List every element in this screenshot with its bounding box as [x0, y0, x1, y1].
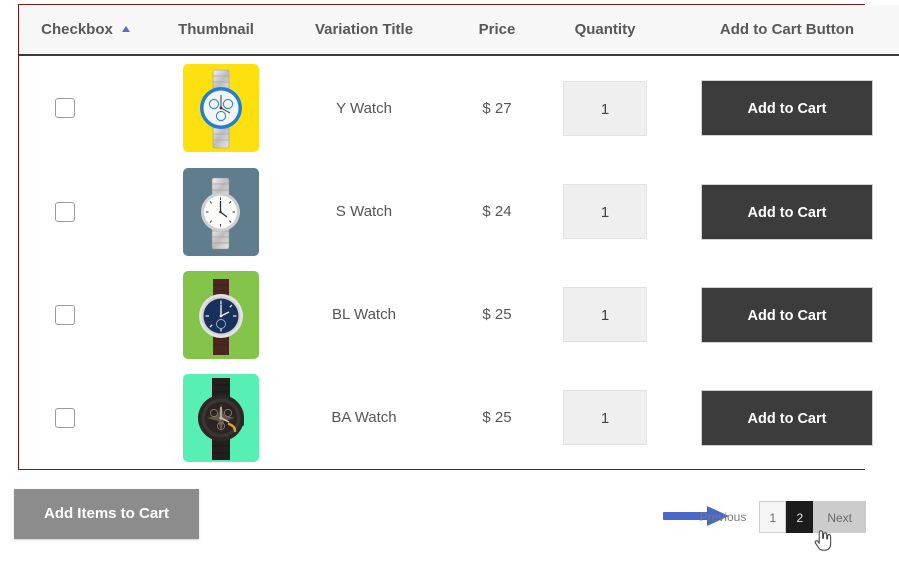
table-body: Y Watch $ 27 1 Add to Cart S Watch $ 24 1 Add t… — [19, 55, 899, 469]
variations-table-container: Checkbox Thumbnail Variation Title Price… — [18, 4, 899, 470]
row-select-checkbox[interactable] — [54, 201, 75, 222]
variation-title-cell: Y Watch — [280, 55, 448, 160]
product-thumbnail-image[interactable] — [183, 373, 259, 462]
column-header-thumbnail-label: Thumbnail — [178, 21, 254, 38]
row-checkbox-cell — [19, 366, 152, 469]
price-cell: $ 27 — [448, 55, 546, 160]
add-to-cart-cell: Add to Cart — [664, 263, 899, 366]
quantity-input[interactable]: 1 — [563, 287, 647, 342]
product-thumbnail-image[interactable] — [183, 270, 259, 359]
column-header-checkbox-label: Checkbox — [41, 21, 113, 38]
row-checkbox-cell — [19, 160, 152, 263]
quantity-cell: 1 — [546, 263, 664, 366]
add-items-to-cart-button[interactable]: Add Items to Cart — [14, 489, 199, 539]
column-header-checkbox[interactable]: Checkbox — [19, 5, 152, 55]
row-thumbnail-cell — [152, 160, 280, 263]
variations-table: Checkbox Thumbnail Variation Title Price… — [19, 5, 899, 469]
variation-title-cell: S Watch — [280, 160, 448, 263]
sort-ascending-icon[interactable] — [121, 25, 130, 32]
add-to-cart-button[interactable]: Add to Cart — [701, 183, 873, 240]
quantity-input[interactable]: 1 — [563, 184, 647, 239]
column-header-add-to-cart-label: Add to Cart Button — [719, 21, 855, 38]
variations-table-page: Checkbox Thumbnail Variation Title Price… — [0, 0, 899, 569]
column-header-quantity[interactable]: Quantity — [546, 5, 664, 55]
quantity-input[interactable]: 1 — [563, 390, 647, 445]
quantity-cell: 1 — [546, 55, 664, 160]
pagination-page-1-button[interactable]: 1 — [759, 501, 787, 533]
row-checkbox-cell — [19, 263, 152, 366]
table-row: BL Watch $ 25 1 Add to Cart — [19, 263, 899, 366]
column-header-variation-title-label: Variation Title — [314, 21, 414, 38]
column-header-add-to-cart[interactable]: Add to Cart Button — [664, 5, 899, 55]
pagination-page-2-button[interactable]: 2 — [786, 501, 814, 533]
price-cell: $ 25 — [448, 366, 546, 469]
pagination-previous-button[interactable]: Previous — [700, 510, 747, 524]
quantity-cell: 1 — [546, 366, 664, 469]
row-select-checkbox[interactable] — [54, 98, 75, 118]
variation-title-cell: BL Watch — [280, 263, 448, 366]
table-header: Checkbox Thumbnail Variation Title Price… — [19, 5, 899, 55]
table-row: S Watch $ 24 1 Add to Cart — [19, 160, 899, 263]
price-cell: $ 25 — [448, 263, 546, 366]
pagination: Previous 1 2 Next — [700, 501, 866, 533]
row-select-checkbox[interactable] — [54, 407, 75, 428]
row-checkbox-cell — [19, 55, 152, 160]
add-to-cart-button[interactable]: Add to Cart — [701, 80, 873, 136]
column-header-price[interactable]: Price — [448, 5, 546, 55]
column-header-price-label: Price — [478, 21, 516, 38]
row-thumbnail-cell — [152, 366, 280, 469]
row-thumbnail-cell — [152, 55, 280, 160]
add-to-cart-button[interactable]: Add to Cart — [701, 286, 873, 343]
quantity-cell: 1 — [546, 160, 664, 263]
table-row: BA Watch $ 25 1 Add to Cart — [19, 366, 899, 469]
product-thumbnail-image[interactable] — [183, 167, 259, 256]
variation-title-cell: BA Watch — [280, 366, 448, 469]
table-header-row: Checkbox Thumbnail Variation Title Price… — [19, 5, 899, 55]
price-cell: $ 24 — [448, 160, 546, 263]
add-to-cart-cell: Add to Cart — [664, 366, 899, 469]
column-header-variation-title[interactable]: Variation Title — [280, 5, 448, 55]
quantity-input[interactable]: 1 — [563, 80, 647, 136]
row-thumbnail-cell — [152, 263, 280, 366]
product-thumbnail-image[interactable] — [183, 64, 259, 152]
mouse-cursor-hand-icon — [814, 530, 832, 551]
row-select-checkbox[interactable] — [54, 304, 75, 325]
column-header-thumbnail[interactable]: Thumbnail — [152, 5, 280, 55]
column-header-quantity-label: Quantity — [574, 21, 636, 38]
add-to-cart-cell: Add to Cart — [664, 160, 899, 263]
add-to-cart-cell: Add to Cart — [664, 55, 899, 160]
table-row: Y Watch $ 27 1 Add to Cart — [19, 55, 899, 160]
add-to-cart-button[interactable]: Add to Cart — [701, 389, 873, 446]
